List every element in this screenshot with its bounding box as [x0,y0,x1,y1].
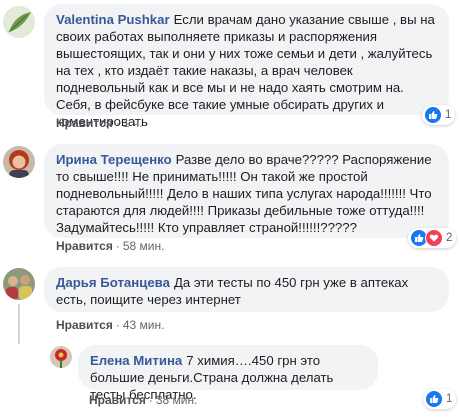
comment-actions: Нравится · 58 мин. [56,239,164,253]
like-button[interactable]: Нравится [56,116,113,130]
avatar[interactable] [3,146,35,178]
comment-actions: Нравится · 43 мин. [56,318,164,332]
like-button[interactable]: Нравится [89,393,146,407]
like-button[interactable]: Нравится [56,318,113,332]
avatar[interactable] [3,268,35,300]
comment-time[interactable]: 1 ч. [123,116,143,130]
thread-connector [18,340,32,354]
reply-bubble: Елена Митина 7 химия….450 грн это большие… [78,345,378,402]
separator: · [115,116,120,130]
comment-bubble: Valentina Pushkar Если врачам дано указан… [44,4,449,129]
woman-red-hair-avatar-icon [3,146,35,178]
comment-author[interactable]: Дарья Ботанцева [56,275,170,290]
separator: · [115,239,120,253]
leaf-avatar-icon [3,6,35,38]
thread-line [18,304,20,344]
reaction-count: 2 [446,232,453,244]
reaction-count: 1 [446,393,453,405]
reaction-summary[interactable]: 1 [423,389,457,409]
reaction-count: 1 [445,109,452,121]
comment-bubble: Ирина Терещенко Разве дело во враче????? … [44,144,449,238]
reaction-summary[interactable]: 1 [422,105,456,125]
comment-actions: Нравится · 1 ч. [56,116,142,130]
avatar[interactable] [50,346,72,368]
comment-time[interactable]: 58 мин. [123,239,165,253]
separator: · [115,318,120,332]
comment-author[interactable]: Ирина Терещенко [56,152,172,167]
comment-author[interactable]: Valentina Pushkar [56,12,170,27]
separator: · [148,393,153,407]
avatar[interactable] [3,6,35,38]
comment-text: Если врачам дано указание свыше , вы на … [56,12,435,129]
love-reaction-icon [425,229,443,247]
reaction-summary[interactable]: 2 [408,228,457,248]
red-flower-avatar-icon [50,346,72,368]
comment-bubble: Дарья Ботанцева Да эти тесты по 450 грн у… [44,267,449,312]
reply-actions: Нравится · 38 мин. [89,393,197,407]
reply-author[interactable]: Елена Митина [90,353,182,368]
reply-time[interactable]: 38 мин. [156,393,198,407]
like-reaction-icon [425,390,443,408]
like-button[interactable]: Нравится [56,239,113,253]
comment-time[interactable]: 43 мин. [123,318,165,332]
like-reaction-icon [424,106,442,124]
group-photo-avatar-icon [3,268,35,300]
